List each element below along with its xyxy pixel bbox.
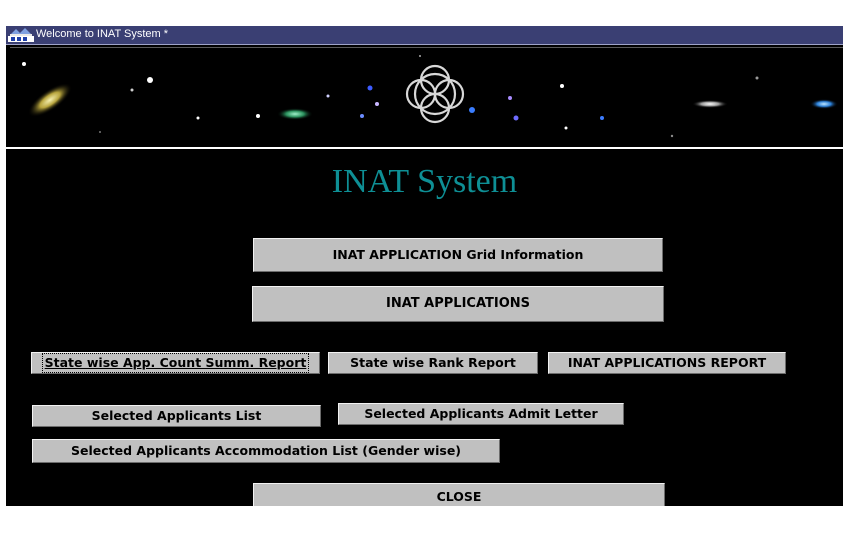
divider <box>6 147 843 149</box>
selected-applicants-list-button[interactable]: Selected Applicants List <box>32 405 321 427</box>
admit-letter-label: Selected Applicants Admit Letter <box>364 406 598 421</box>
applications-report-label: INAT APPLICATIONS REPORT <box>567 355 767 370</box>
window-title: Welcome to INAT System * <box>36 28 169 40</box>
close-label: CLOSE <box>436 489 482 504</box>
accommodation-list-button[interactable]: Selected Applicants Accommodation List (… <box>32 439 500 463</box>
grid-information-label: INAT APPLICATION Grid Information <box>332 247 584 262</box>
applications-label: INAT APPLICATIONS <box>386 296 530 311</box>
accommodation-list-label: Selected Applicants Accommodation List (… <box>70 443 462 458</box>
java-cup-icon[interactable] <box>7 27 35 43</box>
close-button[interactable]: CLOSE <box>253 483 665 506</box>
space-banner <box>10 47 843 144</box>
state-rank-report-label: State wise Rank Report <box>350 355 516 370</box>
admit-letter-button[interactable]: Selected Applicants Admit Letter <box>338 403 624 425</box>
state-rank-report-button[interactable]: State wise Rank Report <box>328 352 538 374</box>
selected-applicants-list-label: Selected Applicants List <box>91 408 262 423</box>
applications-report-button[interactable]: INAT APPLICATIONS REPORT <box>548 352 786 374</box>
title-bar[interactable]: Welcome to INAT System * <box>6 26 843 45</box>
page-title: INAT System <box>331 163 518 200</box>
state-count-report-button[interactable]: State wise App. Count Summ. Report <box>31 352 320 374</box>
applications-button[interactable]: INAT APPLICATIONS <box>252 286 664 322</box>
grid-information-button[interactable]: INAT APPLICATION Grid Information <box>253 238 663 272</box>
app-window: Welcome to INAT System * INAT System INA… <box>6 26 843 506</box>
state-count-report-label: State wise App. Count Summ. Report <box>41 353 310 373</box>
